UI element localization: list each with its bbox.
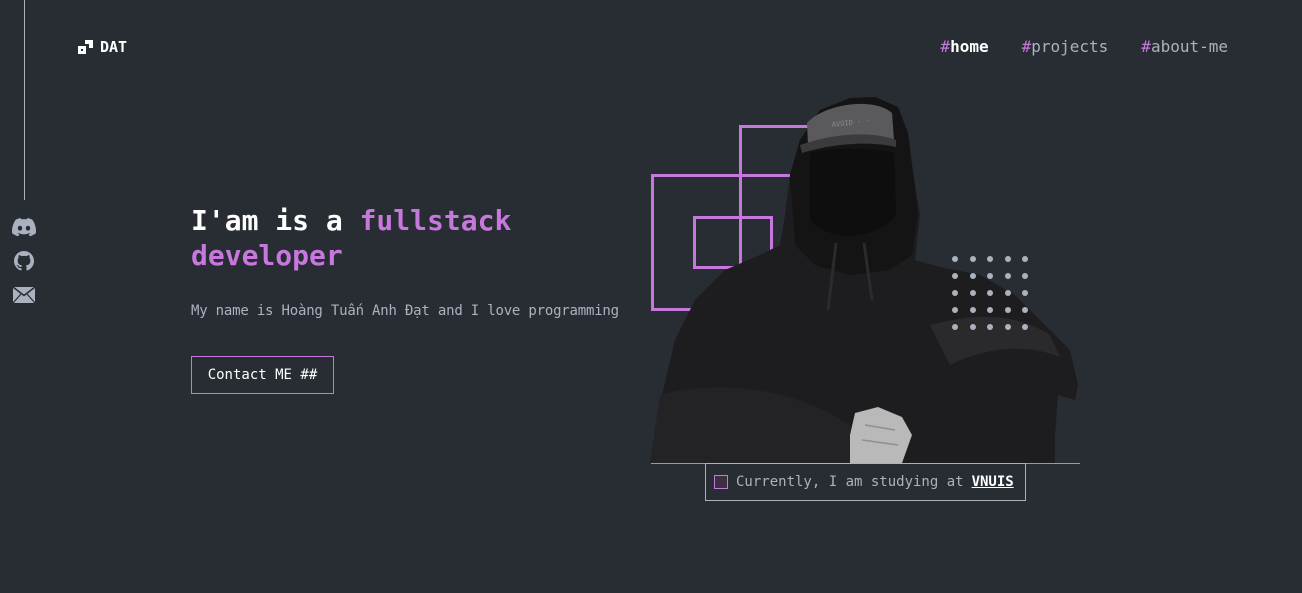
decor-dot (969, 324, 976, 330)
main-nav: #home #projects #about-me (940, 37, 1228, 56)
github-link[interactable] (12, 249, 36, 273)
nav-about-me[interactable]: #about-me (1141, 37, 1228, 56)
decor-dot (987, 273, 993, 279)
status-box: Currently, I am studying at VNUIS (705, 463, 1026, 501)
decor-dot (987, 290, 993, 296)
decor-dot (1004, 324, 1011, 330)
nav-projects-label: projects (1031, 37, 1109, 56)
decor-dot (969, 256, 976, 262)
hero-description: My name is Hoàng Tuấn Anh Đạt and I love… (191, 303, 619, 319)
github-icon (14, 251, 34, 271)
email-link[interactable] (12, 283, 36, 307)
nav-hash: # (1021, 37, 1032, 56)
decor-dot (969, 290, 976, 296)
social-rail-line (24, 0, 25, 200)
headline-accent-fullstack: fullstack (359, 204, 512, 237)
decor-dot (987, 324, 993, 330)
decor-dot (1022, 307, 1028, 313)
discord-icon (12, 217, 36, 236)
email-icon (13, 287, 35, 303)
decor-dot (1004, 256, 1011, 262)
decor-dot (1022, 273, 1028, 279)
discord-link[interactable] (12, 215, 36, 239)
hero-headline: I'am is a fullstack developer (191, 203, 611, 273)
decor-dot-grid (952, 256, 1028, 330)
decor-dot (987, 256, 993, 262)
nav-about-me-label: about-me (1150, 37, 1228, 56)
decor-dot (969, 307, 976, 313)
decor-dot (1022, 290, 1028, 296)
decor-dot (952, 324, 958, 330)
status-text: Currently, I am studying at (736, 474, 964, 490)
decor-dot (952, 256, 958, 262)
decor-dot (952, 273, 958, 279)
decor-dot (952, 307, 958, 313)
nav-projects[interactable]: #projects (1022, 37, 1109, 56)
nav-home[interactable]: #home (940, 37, 988, 56)
nav-hash: # (1141, 37, 1151, 56)
nav-home-label: home (950, 37, 989, 56)
headline-text: I'am is a (191, 204, 360, 237)
decor-dot (1022, 324, 1028, 330)
headline-accent-developer: developer (191, 239, 343, 272)
decor-dot (1004, 290, 1011, 296)
logo-text: DAT (100, 38, 128, 56)
dat-logo-icon (78, 40, 93, 54)
decor-dot (1022, 256, 1028, 262)
status-square-icon (714, 475, 728, 489)
contact-button[interactable]: Contact ME ## (191, 356, 334, 394)
status-link-vnuis[interactable]: VNUIS (972, 474, 1014, 490)
site-logo[interactable]: DAT (78, 38, 127, 56)
decor-dot (1004, 273, 1011, 279)
decor-dot (1004, 307, 1011, 313)
nav-hash: # (940, 37, 951, 56)
decor-dot (952, 290, 958, 296)
decor-dot (987, 307, 993, 313)
decor-dot (969, 273, 976, 279)
